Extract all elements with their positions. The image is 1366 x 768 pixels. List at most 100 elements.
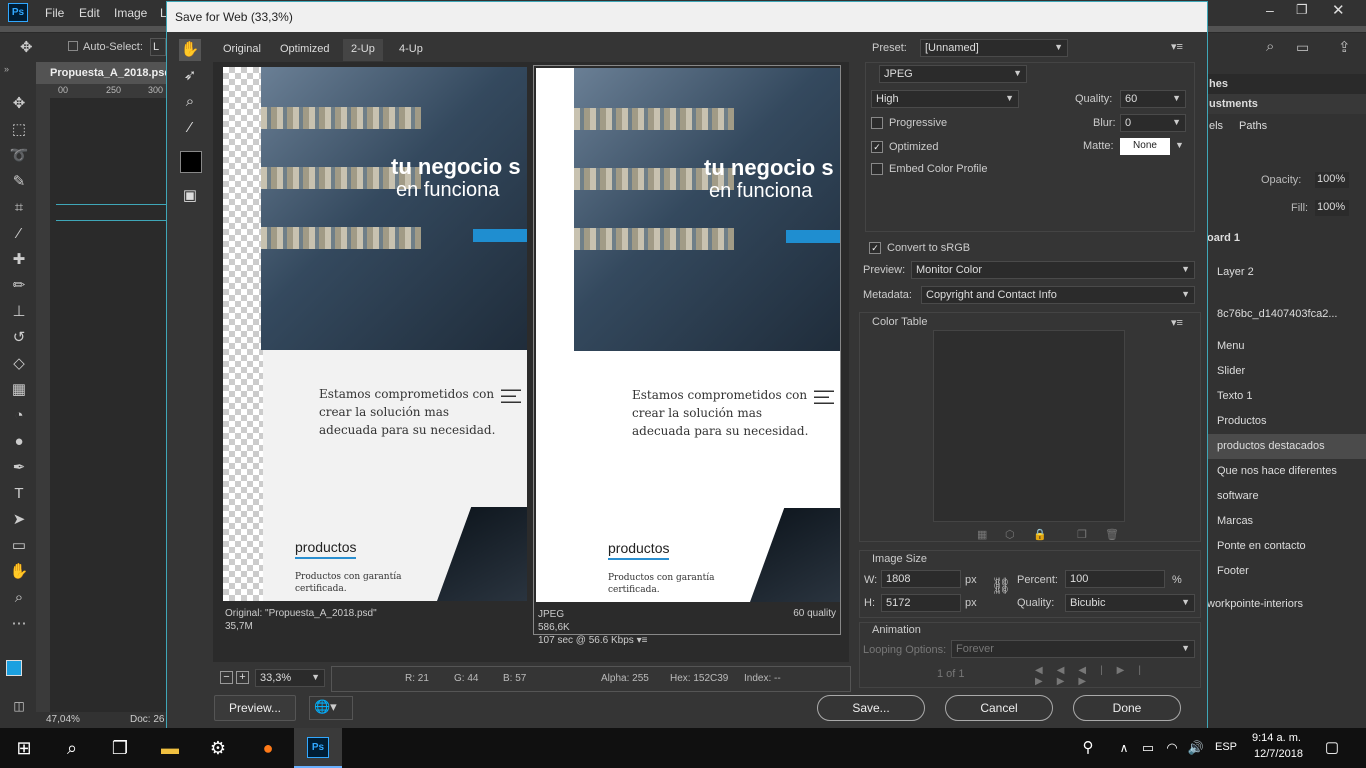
- layer-row[interactable]: productos destacados: [1207, 434, 1366, 459]
- quick-mask-icon[interactable]: ◫: [9, 696, 29, 716]
- notifications-icon[interactable]: ▢: [1320, 736, 1344, 760]
- tab-channels[interactable]: els: [1209, 120, 1223, 132]
- lock-color-icon[interactable]: 🔒: [1033, 528, 1047, 541]
- preview-dropdown[interactable]: Monitor Color ▼: [911, 261, 1195, 279]
- optimized-pane[interactable]: tu negocio s en funciona Estamos comprom…: [533, 65, 841, 646]
- gradient-tool-icon[interactable]: ▦: [9, 380, 29, 400]
- foreground-color-swatch[interactable]: [6, 660, 22, 676]
- file-explorer-icon[interactable]: ▬: [158, 736, 182, 760]
- close-icon[interactable]: ✕: [1332, 1, 1345, 19]
- workspace-icon[interactable]: ▭: [1296, 39, 1309, 56]
- menu-edit[interactable]: Edit: [79, 6, 100, 20]
- tab-adjustments[interactable]: ustments: [1209, 98, 1258, 110]
- settings-gear-icon[interactable]: ⚙: [206, 736, 230, 760]
- new-color-icon[interactable]: ❐: [1077, 528, 1087, 541]
- eraser-tool-icon[interactable]: ◇: [9, 354, 29, 374]
- layer-row[interactable]: Que nos hace diferentes: [1207, 459, 1366, 484]
- marquee-tool-icon[interactable]: ⬚: [9, 120, 29, 140]
- zoom-dropdown[interactable]: 33,3% ▼: [255, 669, 325, 687]
- brush-tool-icon[interactable]: ✏: [9, 276, 29, 296]
- matte-swatch[interactable]: None: [1120, 138, 1170, 155]
- embed-profile-checkbox[interactable]: [871, 163, 883, 175]
- layer-dropdown[interactable]: L: [150, 38, 166, 56]
- hand-tool-icon[interactable]: ✋: [179, 39, 201, 61]
- layer-row[interactable]: Productos: [1207, 409, 1366, 434]
- done-button[interactable]: Done: [1073, 695, 1181, 721]
- move-tool-icon[interactable]: ✥: [20, 38, 33, 56]
- maximize-icon[interactable]: ❐: [1296, 2, 1308, 18]
- collapse-icon[interactable]: »: [4, 64, 9, 74]
- convert-srgb-checkbox[interactable]: ✓: [869, 242, 881, 254]
- progressive-checkbox[interactable]: [871, 117, 883, 129]
- eyedropper-color-swatch[interactable]: [180, 151, 202, 173]
- trash-icon[interactable]: 🗑: [1105, 528, 1119, 541]
- network-icon[interactable]: ◠: [1160, 736, 1184, 760]
- color-table-menu-icon[interactable]: ▾≡: [1171, 316, 1183, 329]
- resample-quality-dropdown[interactable]: Bicubic ▼: [1065, 594, 1195, 612]
- pen-tool-icon[interactable]: ✒: [9, 458, 29, 478]
- windows-start-icon[interactable]: ⊞: [12, 736, 36, 760]
- layer-row[interactable]: Menu: [1207, 334, 1366, 359]
- rectangle-tool-icon[interactable]: ▭: [9, 536, 29, 556]
- tab-optimized[interactable]: Optimized: [272, 39, 338, 61]
- preset-dropdown[interactable]: [Unnamed] ▼: [920, 39, 1068, 57]
- zoom-tool-icon[interactable]: ⌕: [179, 91, 201, 113]
- preset-menu-icon[interactable]: ▾≡: [1171, 40, 1183, 53]
- percent-input[interactable]: 100: [1065, 570, 1165, 588]
- layer-row[interactable]: workpointe-interiors: [1207, 592, 1366, 617]
- task-view-icon[interactable]: ❐: [108, 736, 132, 760]
- cancel-button[interactable]: Cancel: [945, 695, 1053, 721]
- map-color-icon[interactable]: ▦: [977, 528, 987, 541]
- firefox-icon[interactable]: ●: [256, 736, 280, 760]
- people-icon[interactable]: ⚲: [1076, 736, 1100, 760]
- opacity-input[interactable]: 100%: [1315, 172, 1349, 188]
- menu-image[interactable]: Image: [114, 6, 147, 20]
- zoom-out-icon[interactable]: −: [220, 671, 233, 684]
- search-icon[interactable]: ⌕: [60, 736, 84, 760]
- fill-input[interactable]: 100%: [1315, 200, 1349, 216]
- looping-dropdown[interactable]: Forever ▼: [951, 640, 1195, 658]
- slice-select-tool-icon[interactable]: ➶: [179, 65, 201, 87]
- language-indicator[interactable]: ESP: [1215, 741, 1237, 753]
- preview-button[interactable]: Preview...: [214, 695, 296, 721]
- path-select-tool-icon[interactable]: ➤: [9, 510, 29, 530]
- more-tools-icon[interactable]: ⋯: [9, 614, 29, 634]
- layer-row[interactable]: 8c76bc_d1407403fca2...: [1207, 302, 1366, 327]
- volume-icon[interactable]: 🔊: [1184, 736, 1208, 760]
- stamp-tool-icon[interactable]: ⊥: [9, 302, 29, 322]
- menu-file[interactable]: File: [45, 6, 64, 20]
- chevron-down-icon[interactable]: ▼: [1175, 140, 1184, 150]
- layer-row[interactable]: software: [1207, 484, 1366, 509]
- web-snap-icon[interactable]: ⬡: [1005, 528, 1015, 541]
- layer-row[interactable]: Texto 1: [1207, 384, 1366, 409]
- minimize-icon[interactable]: –: [1266, 2, 1274, 18]
- layer-row[interactable]: Slider: [1207, 359, 1366, 384]
- compression-dropdown[interactable]: High ▼: [871, 90, 1019, 108]
- zoom-tool-icon[interactable]: ⌕: [9, 588, 29, 608]
- layer-row[interactable]: Footer: [1207, 559, 1366, 584]
- toggle-slices-icon[interactable]: ▣: [179, 185, 201, 207]
- height-input[interactable]: 5172: [881, 594, 961, 612]
- tab-original[interactable]: Original: [215, 39, 269, 61]
- link-proportions-icon[interactable]: ⛓: [991, 576, 1011, 596]
- download-options-icon[interactable]: ▾≡: [637, 635, 648, 646]
- lasso-tool-icon[interactable]: ➰: [9, 146, 29, 166]
- battery-icon[interactable]: ▭: [1136, 736, 1160, 760]
- artboard-label[interactable]: oard 1: [1207, 232, 1240, 244]
- quality-input[interactable]: 60 ▼: [1120, 90, 1186, 108]
- format-dropdown[interactable]: JPEG ▼: [879, 65, 1027, 83]
- device-central-icon[interactable]: 🌐▾: [309, 696, 353, 720]
- tab-4up[interactable]: 4-Up: [391, 39, 431, 61]
- type-tool-icon[interactable]: T: [9, 484, 29, 504]
- layer-row[interactable]: Marcas: [1207, 509, 1366, 534]
- dodge-tool-icon[interactable]: ●: [9, 432, 29, 452]
- clock-date[interactable]: 12/7/2018: [1254, 748, 1303, 760]
- hand-tool-icon[interactable]: ✋: [9, 562, 29, 582]
- quick-select-tool-icon[interactable]: ✎: [9, 172, 29, 192]
- animation-controls-icon[interactable]: ◀◀◀|▶|▶▶▶: [1035, 665, 1195, 687]
- document-tab[interactable]: Propuesta_A_2018.psd: [36, 62, 171, 84]
- zoom-in-icon[interactable]: +: [236, 671, 249, 684]
- photoshop-taskbar-item[interactable]: Ps: [294, 728, 342, 768]
- blur-input[interactable]: 0 ▼: [1120, 114, 1186, 132]
- blur-tool-icon[interactable]: ◔: [9, 406, 29, 426]
